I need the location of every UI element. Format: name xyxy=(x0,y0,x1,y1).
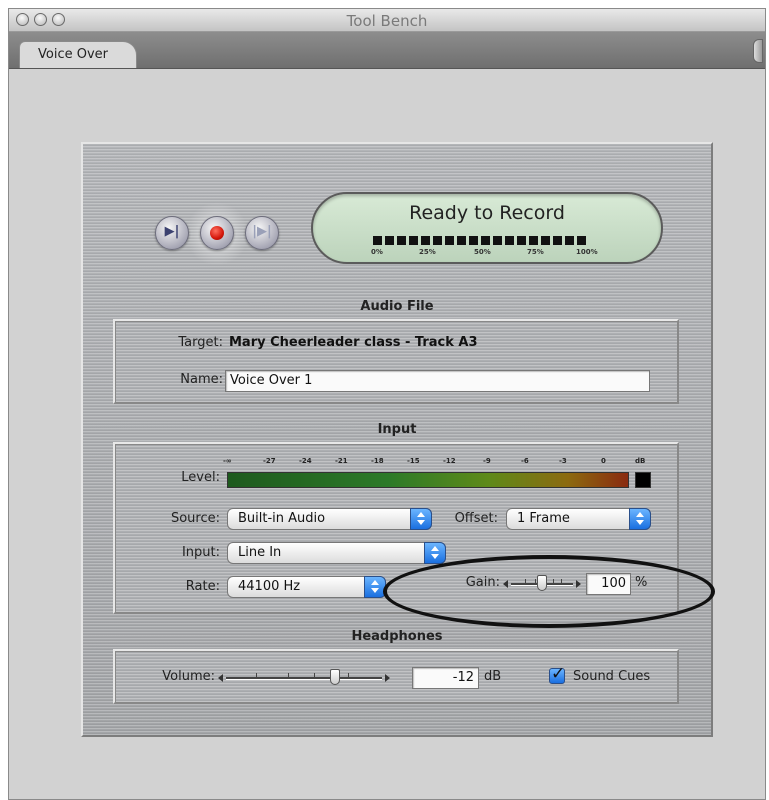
source-popup[interactable]: Built-in Audio xyxy=(227,508,432,530)
name-label: Name: xyxy=(180,372,223,387)
discard-last-button[interactable]: |▶| xyxy=(245,216,279,250)
volume-field[interactable]: -12 xyxy=(412,667,479,689)
popup-arrows-icon xyxy=(424,542,446,564)
source-label: Source: xyxy=(170,511,220,526)
meter-tick: -24 xyxy=(299,457,312,465)
rate-label: Rate: xyxy=(185,579,220,594)
progress-label: 25% xyxy=(419,248,436,256)
level-meter xyxy=(227,472,629,488)
headphones-heading: Headphones xyxy=(351,629,443,644)
offset-popup[interactable]: 1 Frame xyxy=(506,508,651,530)
annotation-ellipse xyxy=(383,555,715,628)
meter-tick: -9 xyxy=(483,457,491,465)
record-button[interactable] xyxy=(200,216,234,250)
discard-icon: |▶| xyxy=(252,224,272,239)
progress-label: 100% xyxy=(576,248,598,256)
source-value: Built-in Audio xyxy=(238,511,326,526)
slider-tick xyxy=(314,673,315,677)
voice-over-panel: ▶| |▶| Ready to Record 0% 25% 50% 75% 10… xyxy=(81,142,713,737)
meter-tick: -6 xyxy=(521,457,529,465)
meter-tick: -3 xyxy=(559,457,567,465)
volume-unit: dB xyxy=(484,669,502,684)
decrease-arrow-icon[interactable] xyxy=(218,674,223,682)
popup-arrows-icon xyxy=(629,508,651,530)
offset-value: 1 Frame xyxy=(517,511,570,526)
tab-voice-over[interactable]: Voice Over xyxy=(19,41,137,68)
rate-value: 44100 Hz xyxy=(238,579,301,594)
meter-tick: dB xyxy=(635,457,646,465)
meter-tick: -21 xyxy=(335,457,348,465)
progress-label: 50% xyxy=(474,248,491,256)
input-label: Input: xyxy=(181,545,220,560)
tool-bench-window: Tool Bench Voice Over ▶| |▶| Ready to Re… xyxy=(8,8,766,800)
progress-bar xyxy=(373,236,586,245)
meter-tick: -27 xyxy=(263,457,276,465)
slider-tick xyxy=(256,673,257,677)
review-record-button[interactable]: ▶| xyxy=(155,216,189,250)
meter-tick: -15 xyxy=(407,457,420,465)
volume-slider[interactable] xyxy=(218,669,390,687)
offset-label: Offset: xyxy=(454,511,498,526)
input-value: Line In xyxy=(238,545,282,560)
slider-tick xyxy=(288,673,289,677)
title-bar[interactable]: Tool Bench xyxy=(9,9,765,32)
status-display: Ready to Record 0% 25% 50% 75% 100% xyxy=(311,192,663,264)
target-value: Mary Cheerleader class - Track A3 xyxy=(229,335,478,350)
meter-tick: -12 xyxy=(443,457,456,465)
level-label: Level: xyxy=(181,470,220,485)
window-title: Tool Bench xyxy=(346,12,428,30)
volume-slider-thumb[interactable] xyxy=(330,669,340,685)
meter-tick: -18 xyxy=(371,457,384,465)
sound-cues-label[interactable]: Sound Cues xyxy=(573,669,650,684)
increase-arrow-icon[interactable] xyxy=(385,674,390,682)
popup-arrows-icon xyxy=(410,508,432,530)
meter-tick: -∞ xyxy=(223,457,232,465)
level-peak-indicator xyxy=(635,472,651,488)
slider-tick xyxy=(348,673,349,677)
meter-scale: -∞ -27 -24 -21 -18 -15 -12 -9 -6 -3 0 dB xyxy=(223,457,663,467)
tab-strip: Voice Over xyxy=(9,32,765,69)
volume-label: Volume: xyxy=(162,669,215,684)
slider-track xyxy=(226,677,382,680)
headphones-group: Volume: -12 dB Sound Cues xyxy=(113,649,679,704)
name-field[interactable]: Voice Over 1 xyxy=(225,370,650,392)
target-label: Target: xyxy=(178,335,223,350)
review-record-icon: ▶| xyxy=(164,224,180,239)
sound-cues-checkbox[interactable] xyxy=(549,664,565,684)
audio-file-heading: Audio File xyxy=(360,299,434,314)
status-text: Ready to Record xyxy=(409,202,565,224)
input-heading: Input xyxy=(377,422,417,437)
input-popup[interactable]: Line In xyxy=(227,542,446,564)
record-icon xyxy=(210,226,224,240)
audio-file-group: Target: Mary Cheerleader class - Track A… xyxy=(113,319,679,404)
progress-label: 0% xyxy=(371,248,383,256)
meter-tick: 0 xyxy=(601,457,606,465)
tab-scroll-handle[interactable] xyxy=(753,39,763,63)
rate-popup[interactable]: 44100 Hz xyxy=(227,576,386,598)
progress-label: 75% xyxy=(527,248,544,256)
